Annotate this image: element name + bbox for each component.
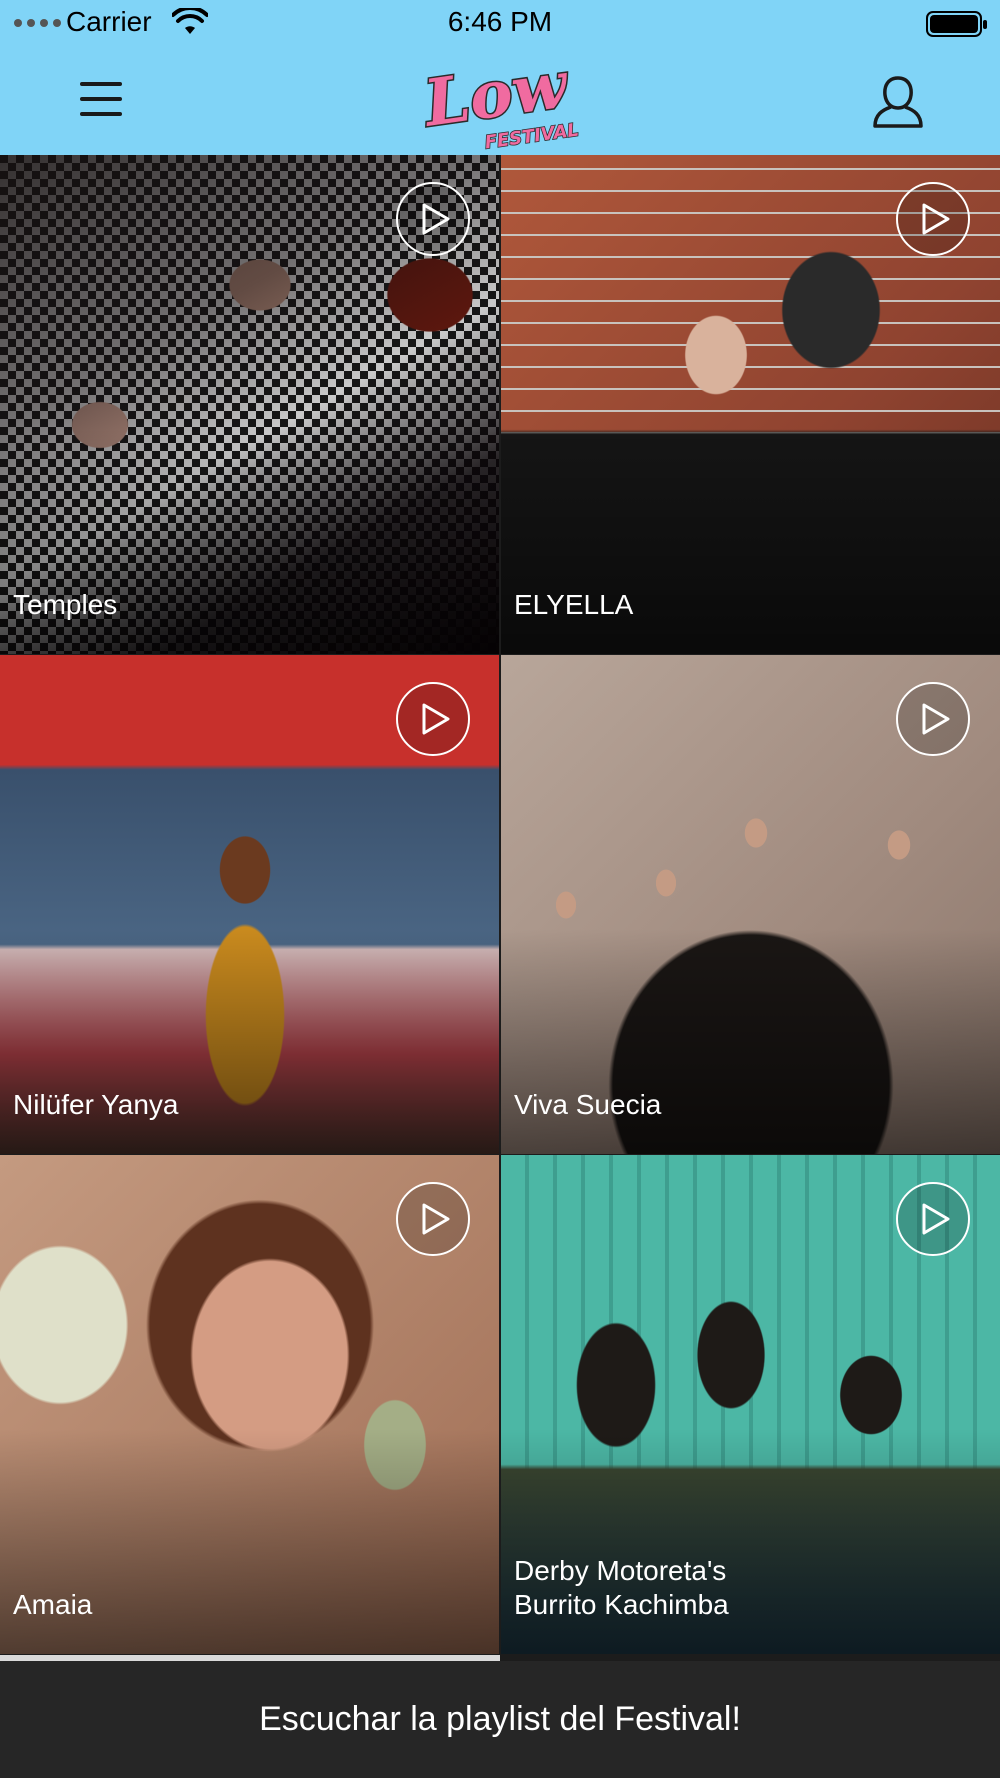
artist-name: Nilüfer Yanya [13,1089,179,1120]
play-icon [422,1203,450,1235]
play-button[interactable] [896,1182,970,1256]
top-nav-bar: Low FESTIVAL [0,48,1000,155]
battery-icon [926,11,987,37]
artist-tile-derby-motoreta[interactable]: Derby Motoreta's Burrito Kachimba [501,1155,1000,1654]
artist-name: Viva Suecia [514,1089,662,1120]
playlist-button[interactable]: Escuchar la playlist del Festival! [0,1661,1000,1778]
artist-tile-elyella[interactable]: ELYELLA [501,155,1000,654]
play-button[interactable] [396,1182,470,1256]
play-icon [922,703,950,735]
artist-name: Derby Motoreta's Burrito Kachimba [514,1555,729,1620]
artist-name: Temples [13,589,118,620]
artist-tile-nilufer-yanya[interactable]: Nilüfer Yanya [0,655,499,1154]
play-button[interactable] [896,182,970,256]
status-time: 6:46 PM [447,6,553,37]
artist-grid: Temples ELYELLA Nilüfer Yanya Viva Sueci… [0,155,1000,1655]
play-icon [422,203,450,235]
play-icon [922,1203,950,1235]
play-icon [922,203,950,235]
play-button[interactable] [396,682,470,756]
hamburger-menu-icon[interactable] [78,76,124,122]
play-button[interactable] [896,682,970,756]
play-button[interactable] [396,182,470,256]
play-icon [422,703,450,735]
artist-name: ELYELLA [514,589,634,620]
artist-name: Amaia [13,1589,93,1620]
artist-tile-amaia[interactable]: Amaia [0,1155,499,1654]
low-festival-logo: Low FESTIVAL [416,50,580,150]
artist-tile-temples[interactable]: Temples [0,155,499,654]
status-bar: Carrier 6:46 PM [0,0,1000,48]
user-profile-icon[interactable] [872,74,924,130]
artist-tile-viva-suecia[interactable]: Viva Suecia [501,655,1000,1154]
playlist-button-label: Escuchar la playlist del Festival! [259,1700,741,1738]
